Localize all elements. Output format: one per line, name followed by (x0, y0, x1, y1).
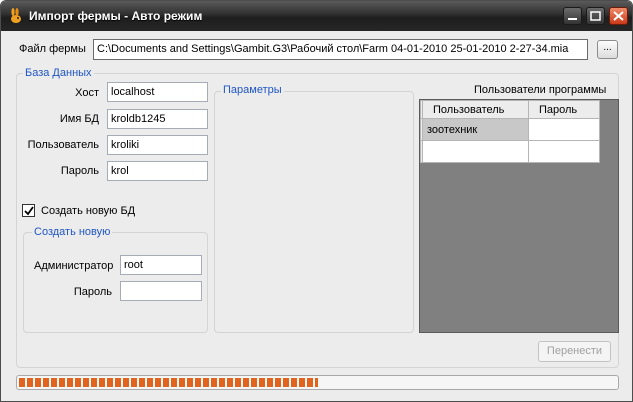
import-window: Импорт фермы - Авто режим Файл фермы C:\… (0, 0, 633, 402)
create-db-label[interactable]: Создать новую БД (41, 205, 135, 217)
host-label: Хост (75, 87, 99, 99)
admin-password-label: Пароль (73, 286, 112, 298)
users-title: Пользователи программы (474, 84, 607, 96)
create-new-group-title: Создать новую (32, 226, 113, 238)
users-table: Пользователь Пароль зоотехник (420, 100, 600, 163)
transfer-button[interactable]: Перенести (538, 341, 611, 362)
create-db-checkbox[interactable] (22, 204, 35, 217)
maximize-button[interactable] (586, 7, 605, 25)
minimize-button[interactable] (563, 7, 582, 25)
file-path-input[interactable]: C:\Documents and Settings\Gambit.G3\Рабо… (93, 39, 588, 60)
params-group-title: Параметры (221, 84, 284, 96)
progress-bar (16, 375, 619, 390)
close-icon (613, 11, 624, 21)
password-cell[interactable] (528, 140, 600, 163)
password-input[interactable]: krol (107, 161, 208, 181)
table-row[interactable] (420, 140, 600, 163)
rabbit-app-icon (11, 8, 21, 23)
password-label: Пароль (60, 165, 99, 177)
table-row[interactable]: зоотехник (420, 118, 600, 141)
title-bar[interactable]: Импорт фермы - Авто режим (1, 1, 632, 31)
user-cell[interactable] (422, 140, 529, 163)
maximize-icon (590, 11, 601, 21)
dbname-input[interactable]: kroldb1245 (107, 109, 208, 129)
column-header-password[interactable]: Пароль (528, 100, 600, 119)
password-cell[interactable] (528, 118, 600, 141)
params-group (214, 91, 414, 333)
user-input[interactable]: kroliki (107, 135, 208, 155)
host-input[interactable]: localhost (107, 82, 208, 102)
admin-password-input[interactable] (120, 281, 202, 301)
user-cell[interactable]: зоотехник (422, 118, 529, 141)
window-title: Импорт фермы - Авто режим (29, 9, 203, 23)
browse-button[interactable]: ... (597, 40, 618, 59)
file-label: Файл фермы (19, 43, 86, 55)
checkmark-icon (24, 206, 34, 216)
database-group-title: База Данных (23, 67, 94, 79)
admin-label: Администратор (34, 260, 114, 272)
dbname-label: Имя БД (59, 113, 99, 125)
admin-input[interactable]: root (120, 255, 202, 275)
progress-fill (19, 378, 318, 387)
column-header-user[interactable]: Пользователь (422, 100, 529, 119)
minimize-icon (568, 18, 577, 20)
user-label: Пользователь (27, 139, 99, 151)
close-button[interactable] (609, 7, 628, 25)
users-header-row: Пользователь Пароль (420, 100, 600, 119)
users-grid[interactable]: Пользователь Пароль зоотехник (419, 99, 619, 333)
